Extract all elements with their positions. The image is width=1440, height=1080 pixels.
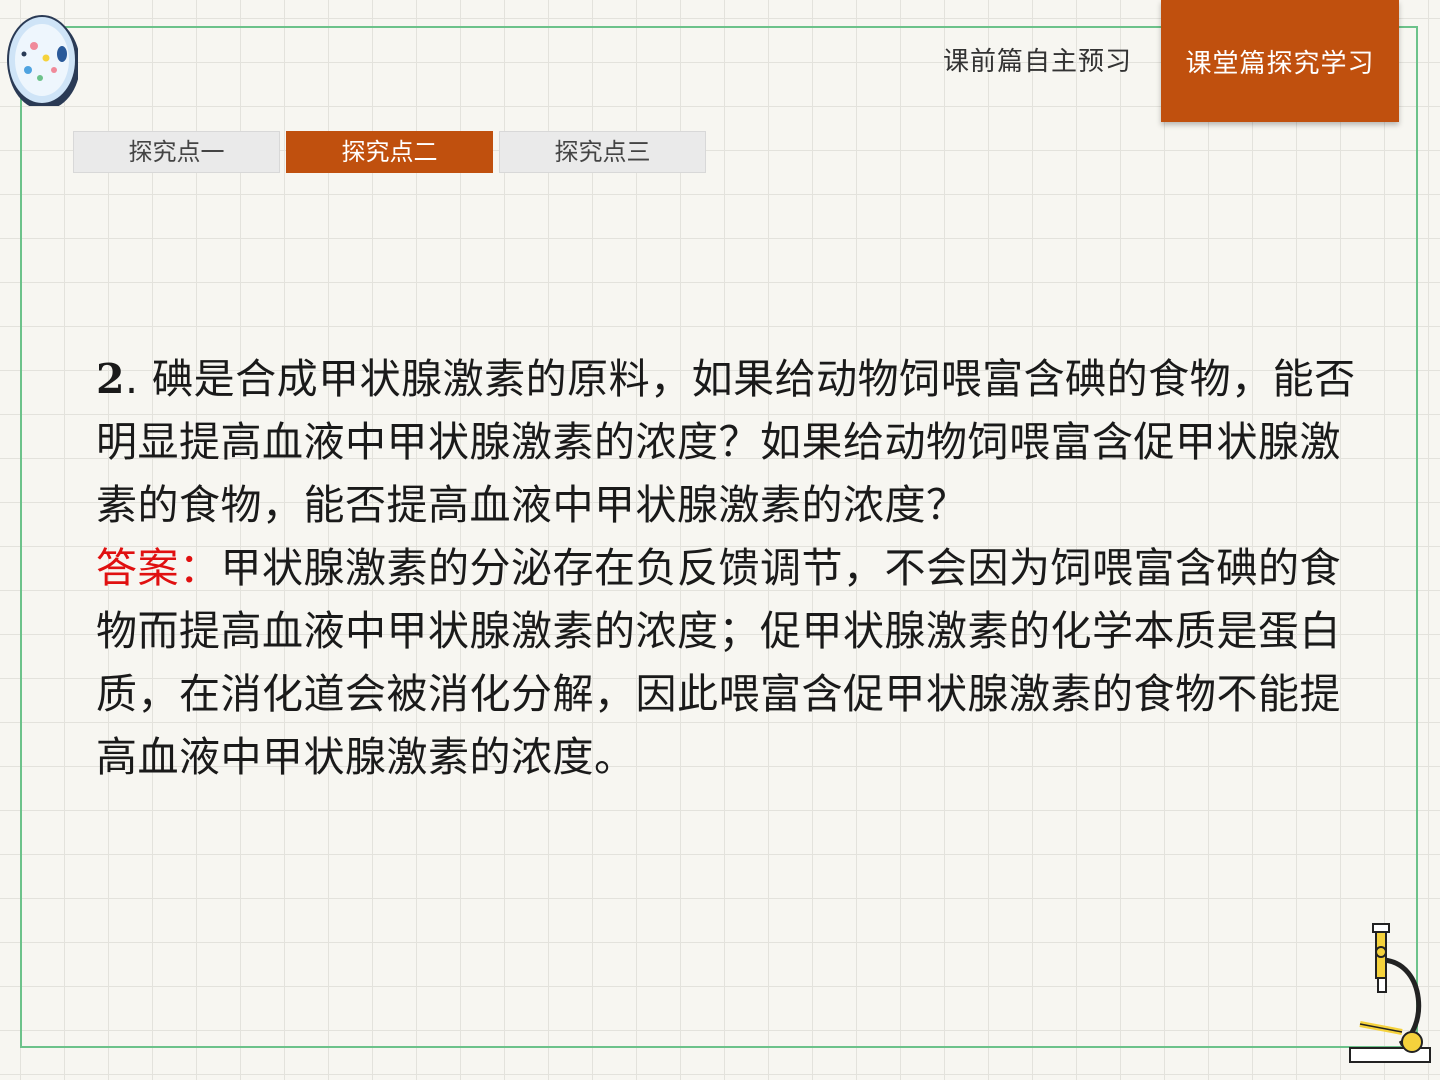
tab-point-3[interactable]: 探究点三 <box>499 131 706 173</box>
content-body: 2. 碘是合成甲状腺激素的原料，如果给动物饲喂富含碘的食物，能否明显提高血液中甲… <box>96 348 1356 789</box>
question-text: . 碘是合成甲状腺激素的原料，如果给动物饲喂富含碘的食物，能否明显提高血液中甲状… <box>96 355 1356 529</box>
tab-point-2[interactable]: 探究点二 <box>286 131 493 173</box>
question-paragraph: 2. 碘是合成甲状腺激素的原料，如果给动物饲喂富含碘的食物，能否明显提高血液中甲… <box>96 348 1356 537</box>
tab-point-1[interactable]: 探究点一 <box>73 131 280 173</box>
question-number: 2 <box>96 355 126 403</box>
nav-preview-link[interactable]: 课前篇自主预习 <box>930 40 1145 84</box>
answer-paragraph: 答案：甲状腺激素的分泌存在负反馈调节，不会因为饲喂富含碘的食物而提高血液中甲状腺… <box>96 537 1356 789</box>
nav-class-link[interactable]: 课堂篇探究学习 <box>1161 0 1399 122</box>
microscope-icon <box>1349 923 1431 1063</box>
bacteria-dish-icon <box>7 15 78 106</box>
answer-label: 答案： <box>96 544 221 592</box>
answer-text: 甲状腺激素的分泌存在负反馈调节，不会因为饲喂富含碘的食物而提高血液中甲状腺激素的… <box>96 544 1341 781</box>
